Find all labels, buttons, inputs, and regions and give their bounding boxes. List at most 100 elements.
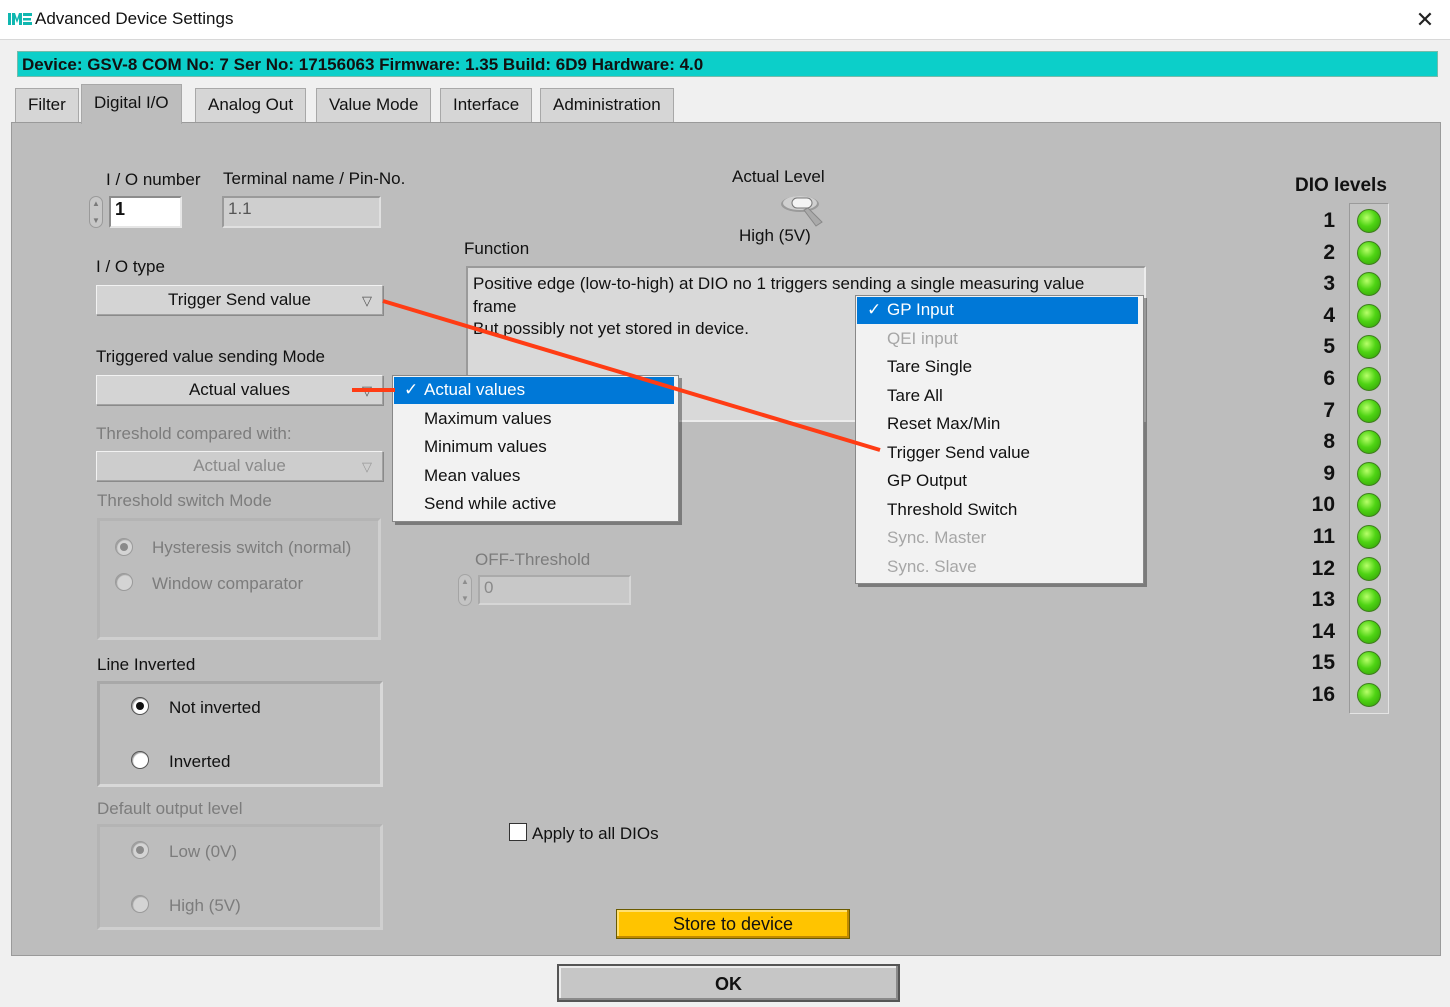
apply-all-label: Apply to all DIOs <box>532 824 659 843</box>
close-icon[interactable]: ✕ <box>1400 0 1450 40</box>
actual-level-state: High (5V) <box>739 226 811 245</box>
dio-number: 8 <box>1323 430 1335 454</box>
io-number-spinner[interactable]: ▲ ▼ <box>89 196 103 228</box>
menu-item-sync-master: Sync. Master <box>887 528 987 547</box>
menu-item-mean-values[interactable]: Mean values <box>394 463 520 490</box>
dio-led-indicator <box>1357 619 1381 644</box>
dio-levels-title: DIO levels <box>1295 175 1387 196</box>
threshold-switch-mode-label: Threshold switch Mode <box>97 491 272 510</box>
menu-item-gp-output[interactable]: GP Output <box>857 468 967 495</box>
dio-number: 5 <box>1323 335 1335 359</box>
dio-led-indicator <box>1357 209 1381 233</box>
tab-value-mode[interactable]: Value Mode <box>316 88 432 122</box>
threshold-compared-dropdown: Actual value ▽ <box>96 451 383 481</box>
threshold-compared-value: Actual value <box>193 456 286 475</box>
io-number-input[interactable]: 1 <box>109 196 182 228</box>
menu-item-reset-max-min[interactable]: Reset Max/Min <box>857 411 1000 438</box>
not-inverted-label: Not inverted <box>169 698 261 717</box>
io-type-value: Trigger Send value <box>167 290 311 309</box>
dio-number: 2 <box>1323 240 1335 264</box>
dropdown-arrow-icon: ▽ <box>362 459 372 474</box>
apply-all-checkbox[interactable] <box>509 823 527 841</box>
dio-number: 10 <box>1311 493 1335 517</box>
tab-analog-out[interactable]: Analog Out <box>195 88 307 122</box>
function-label: Function <box>464 239 530 258</box>
dio-number: 14 <box>1311 619 1335 643</box>
off-threshold-spinner: ▲ ▼ <box>458 574 472 606</box>
title-bar: Advanced Device Settings ✕ <box>0 0 1450 40</box>
low-0v-label: Low (0V) <box>169 842 238 861</box>
dio-number: 12 <box>1311 556 1335 580</box>
app-logo-icon <box>8 13 32 25</box>
not-inverted-radio[interactable] <box>131 697 149 715</box>
high-5v-radio <box>131 895 149 913</box>
dio-number: 9 <box>1323 461 1335 485</box>
threshold-compared-label: Threshold compared with: <box>96 424 292 443</box>
window-comparator-radio <box>115 573 133 591</box>
actual-level-label: Actual Level <box>732 167 825 186</box>
inverted-radio[interactable] <box>131 751 149 769</box>
menu-item-maximum-values[interactable]: Maximum values <box>394 406 552 433</box>
menu-item-trigger-send-value[interactable]: Trigger Send value <box>857 440 1030 467</box>
dio-led-indicator <box>1357 525 1381 549</box>
io-type-dropdown[interactable]: Trigger Send value ▽ <box>96 285 383 315</box>
dio-number: 7 <box>1323 398 1335 422</box>
function-line-1: Positive edge (low-to-high) at DIO no 1 … <box>473 274 1085 293</box>
menu-item-tare-all[interactable]: Tare All <box>857 383 943 410</box>
trigger-mode-value: Actual values <box>188 380 291 399</box>
menu-item-qei-input: QEI input <box>887 329 958 348</box>
trigger-mode-menu: ✓ Actual values Maximum values Minimum v… <box>392 375 679 522</box>
dio-led-indicator <box>1357 556 1381 581</box>
dio-number: 15 <box>1311 651 1335 675</box>
line-inverted-label: Line Inverted <box>97 655 196 674</box>
dio-number: 6 <box>1323 367 1335 390</box>
dio-led-indicator <box>1357 303 1381 328</box>
dio-number: 11 <box>1312 525 1335 548</box>
hysteresis-radio <box>115 538 133 556</box>
dio-led-indicator <box>1357 430 1381 455</box>
trigger-mode-dropdown[interactable]: Actual values ▽ <box>96 375 383 405</box>
dio-led-indicator <box>1357 683 1381 707</box>
window-comparator-label: Window comparator <box>152 574 304 593</box>
window-title: Advanced Device Settings <box>35 9 234 28</box>
spin-up-icon: ▲ <box>461 577 469 586</box>
dropdown-arrow-icon: ▽ <box>362 383 372 398</box>
dio-number: 16 <box>1311 683 1335 706</box>
level-toggle-switch <box>781 196 823 227</box>
spin-up-icon[interactable]: ▲ <box>92 199 100 208</box>
menu-item-threshold-switch[interactable]: Threshold Switch <box>857 497 1017 524</box>
io-type-label: I / O type <box>96 257 165 276</box>
io-type-menu: ✓ GP Input QEI input Tare Single Tare Al… <box>855 295 1144 584</box>
dio-led-indicator <box>1357 272 1381 297</box>
tab-filter[interactable]: Filter <box>15 88 79 122</box>
inverted-label: Inverted <box>169 752 231 771</box>
ok-button[interactable]: OK <box>557 964 900 1002</box>
menu-item-send-while-active[interactable]: Send while active <box>394 491 556 518</box>
menu-item-tare-single[interactable]: Tare Single <box>857 354 972 381</box>
default-output-label: Default output level <box>97 799 243 818</box>
terminal-label: Terminal name / Pin-No. <box>223 169 406 188</box>
check-icon: ✓ <box>404 380 419 399</box>
spin-down-icon[interactable]: ▼ <box>92 216 100 225</box>
dio-led-indicator <box>1357 367 1381 391</box>
spin-down-icon: ▼ <box>461 594 469 603</box>
menu-item-minimum-values[interactable]: Minimum values <box>394 434 547 461</box>
tab-digital-io[interactable]: Digital I/O <box>81 84 182 124</box>
tab-interface[interactable]: Interface <box>440 88 533 122</box>
high-5v-label: High (5V) <box>169 896 241 915</box>
off-threshold-label: OFF-Threshold <box>475 550 591 569</box>
dio-led-indicator <box>1357 240 1381 265</box>
menu-item-gp-input[interactable]: ✓ GP Input <box>857 297 1138 324</box>
terminal-field: 1.1 <box>222 196 381 228</box>
check-icon: ✓ <box>867 300 882 319</box>
dio-number: 3 <box>1323 272 1335 296</box>
dio-number: 1 <box>1323 209 1335 232</box>
dio-led-indicator <box>1357 398 1381 423</box>
dio-number: 4 <box>1323 303 1335 327</box>
low-0v-radio <box>131 841 149 859</box>
io-number-label: I / O number <box>106 170 201 189</box>
dropdown-arrow-icon: ▽ <box>362 293 372 308</box>
menu-item-actual-values[interactable]: ✓ Actual values <box>394 377 674 404</box>
tab-administration[interactable]: Administration <box>540 88 674 122</box>
store-to-device-button[interactable]: Store to device <box>616 909 850 939</box>
